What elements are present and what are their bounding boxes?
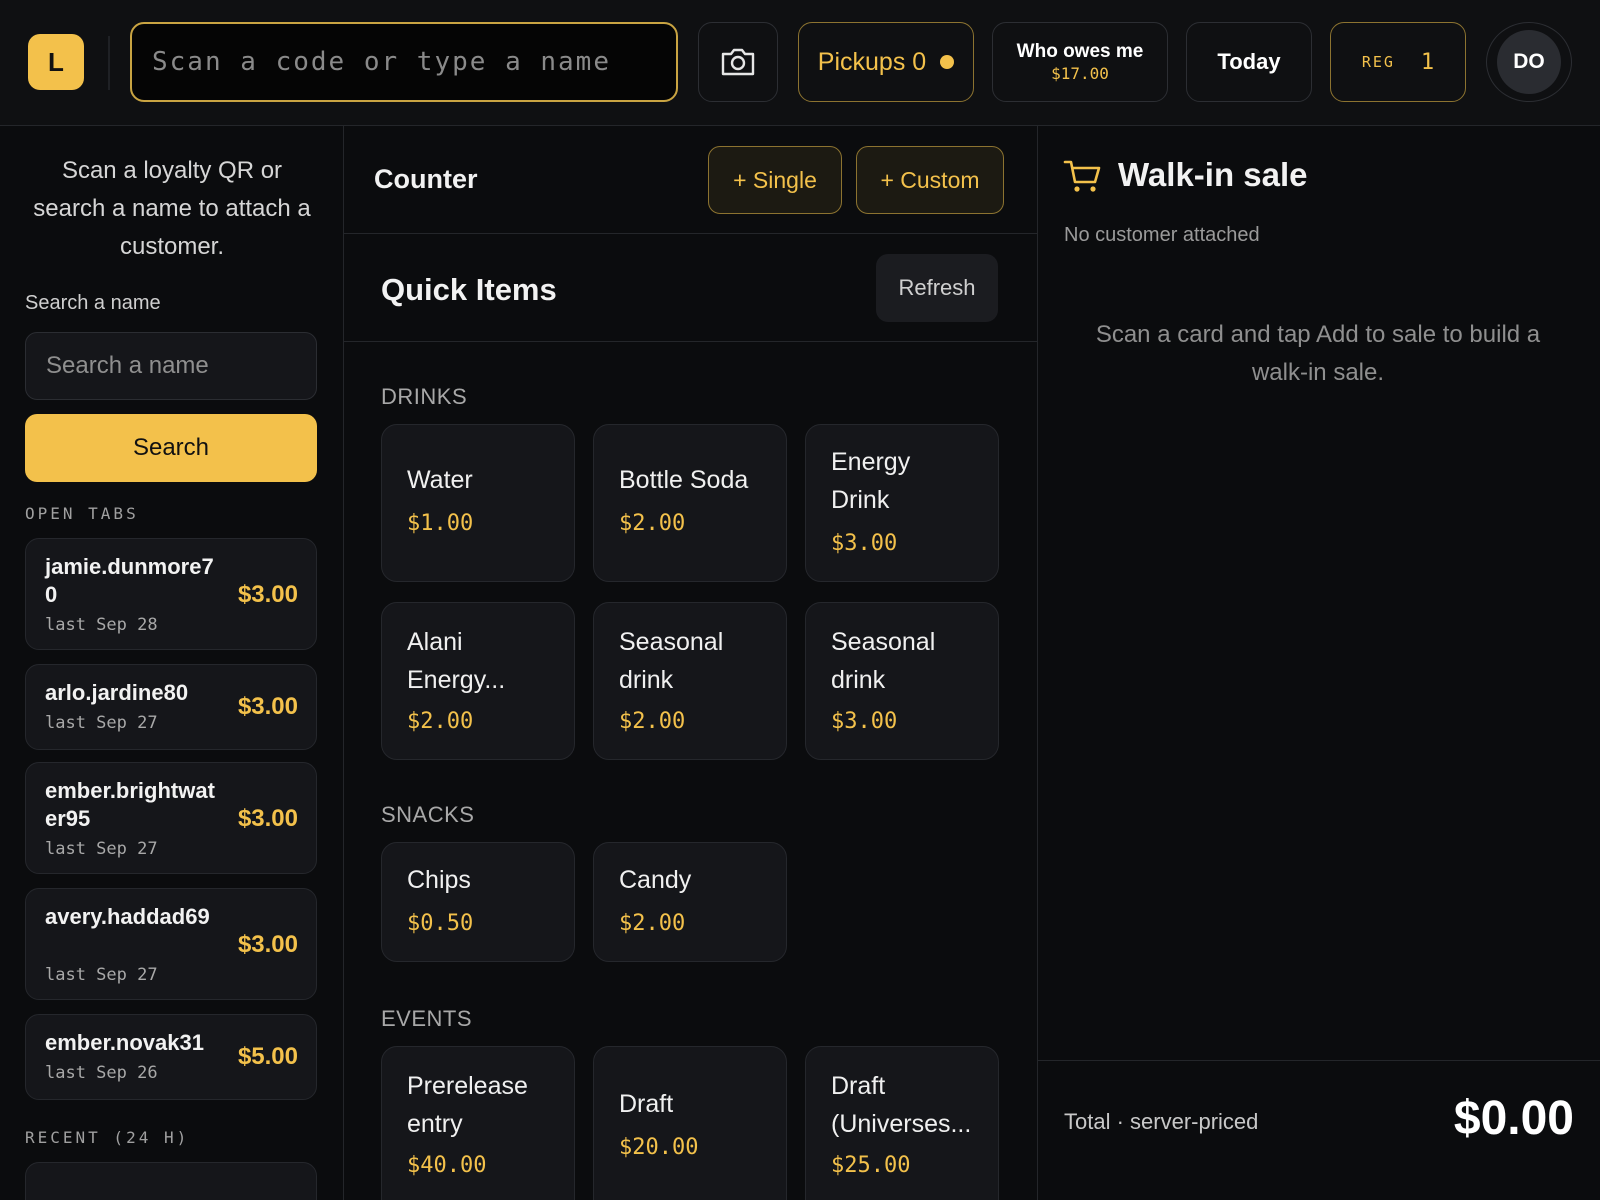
item-name: Chips [407, 866, 471, 894]
quick-item-tile[interactable]: Draft $20.00 [593, 1046, 787, 1200]
quick-item-tile[interactable]: Chips $0.50 [381, 842, 575, 962]
tab-amount: $5.00 [237, 1043, 298, 1070]
pickups-status-dot [940, 55, 955, 69]
recent-card[interactable] [25, 1162, 317, 1200]
category-heading-events: EVENTS [381, 1006, 473, 1031]
total-value: $0.00 [1453, 1092, 1574, 1145]
item-price: $25.00 [831, 1153, 911, 1178]
tab-last-visit: last Sep 28 [45, 615, 158, 635]
register-label: REG [1361, 53, 1395, 71]
tab-customer-name: ember.novak31 [45, 1030, 204, 1055]
quick-item-tile[interactable]: Prerelease entry $40.00 [381, 1046, 575, 1200]
camera-button[interactable] [698, 22, 778, 102]
counter-header: Counter + Single + Custom [344, 126, 1037, 234]
item-name: Draft [619, 1090, 674, 1118]
item-price: $40.00 [407, 1153, 487, 1178]
tab-customer-name: ember.brightwater95 [45, 778, 215, 831]
tab-customer-name: arlo.jardine80 [45, 680, 189, 705]
quick-items-header: Quick Items Refresh [344, 234, 1037, 342]
sale-title: Walk-in sale [1118, 156, 1308, 193]
item-name: Candy [619, 866, 692, 894]
who-owes-me-button[interactable]: Who owes me $17.00 [992, 22, 1168, 102]
tab-last-visit: last Sep 27 [45, 965, 158, 985]
cart-icon [1063, 160, 1101, 192]
item-name: Energy Drink [831, 448, 911, 514]
item-price: $2.00 [619, 709, 686, 734]
item-price: $2.00 [619, 511, 686, 536]
customer-sidebar: Scan a loyalty QR or search a name to at… [0, 126, 344, 1200]
pickups-label: Pickups 0 [817, 47, 927, 76]
item-price: $2.00 [619, 911, 686, 936]
open-tab-card[interactable]: ember.brightwater95 $3.00 last Sep 27 [25, 762, 317, 874]
walk-in-sale-panel: Walk-in sale No customer attached Scan a… [1038, 126, 1600, 1200]
open-tabs-heading: OPEN TABS [25, 504, 139, 523]
total-bar: Total · server-priced $0.00 [1038, 1060, 1600, 1200]
item-price: $2.00 [407, 709, 474, 734]
item-name: Draft (Universes... [831, 1072, 972, 1138]
counter-title: Counter [374, 164, 478, 194]
app-logo[interactable]: L [28, 34, 84, 90]
register-button[interactable]: REG 1 [1330, 22, 1466, 102]
pickups-button[interactable]: Pickups 0 [798, 22, 974, 102]
scan-input[interactable] [130, 22, 678, 102]
quick-item-tile[interactable]: Seasonal drink $2.00 [593, 602, 787, 760]
counter-panel: Counter + Single + Custom Quick Items Re… [344, 126, 1038, 1200]
tab-amount: $3.00 [237, 581, 298, 608]
quick-item-tile[interactable]: Water $1.00 [381, 424, 575, 582]
item-name: Bottle Soda [619, 466, 749, 494]
empty-sale-hint: Scan a card and tap Add to sale to build… [1095, 321, 1541, 386]
open-tab-card[interactable]: ember.novak31 $5.00 last Sep 26 [25, 1014, 317, 1100]
open-tab-card[interactable]: avery.haddad69 $3.00 last Sep 27 [25, 888, 317, 1000]
item-name: Seasonal drink [831, 628, 936, 694]
who-owes-me-label: Who owes me [1016, 41, 1144, 62]
total-label: Total · server-priced [1064, 1109, 1259, 1134]
item-name: Water [407, 466, 473, 494]
quick-item-tile[interactable]: Alani Energy... $2.00 [381, 602, 575, 760]
item-name: Prerelease entry [407, 1072, 528, 1138]
item-price: $3.00 [831, 709, 898, 734]
tab-last-visit: last Sep 27 [45, 839, 158, 859]
quick-item-tile[interactable]: Bottle Soda $2.00 [593, 424, 787, 582]
who-owes-me-amount: $17.00 [1051, 63, 1109, 83]
tab-amount: $3.00 [237, 693, 298, 720]
quick-item-tile[interactable]: Seasonal drink $3.00 [805, 602, 999, 760]
refresh-button[interactable]: Refresh [876, 254, 998, 322]
quick-item-tile[interactable]: Energy Drink $3.00 [805, 424, 999, 582]
category-heading-snacks: SNACKS [381, 802, 475, 827]
item-name: Alani Energy... [407, 628, 506, 694]
customer-hint: Scan a loyalty QR or search a name to at… [33, 157, 311, 260]
add-custom-button[interactable]: + Custom [856, 146, 1004, 214]
tab-amount: $3.00 [237, 931, 298, 958]
quick-item-tile[interactable]: Candy $2.00 [593, 842, 787, 962]
tab-amount: $3.00 [237, 805, 298, 832]
tab-last-visit: last Sep 27 [45, 713, 158, 733]
tab-customer-name: jamie.dunmore70 [45, 554, 214, 607]
tab-customer-name: avery.haddad69 [45, 904, 210, 929]
avatar-initials: DO [1497, 30, 1561, 94]
item-price: $1.00 [407, 511, 474, 536]
open-tab-card[interactable]: jamie.dunmore70 $3.00 last Sep 28 [25, 538, 317, 650]
open-tab-card[interactable]: arlo.jardine80 $3.00 last Sep 27 [25, 664, 317, 750]
camera-icon [721, 48, 755, 76]
search-button[interactable]: Search [25, 414, 317, 482]
category-heading-drinks: DRINKS [381, 384, 468, 409]
recent-heading: RECENT (24 H) [25, 1128, 190, 1147]
item-price: $0.50 [407, 911, 474, 936]
today-button[interactable]: Today [1186, 22, 1312, 102]
divider [108, 36, 110, 90]
item-price: $20.00 [619, 1135, 699, 1160]
customer-status: No customer attached [1064, 224, 1260, 246]
add-single-button[interactable]: + Single [708, 146, 842, 214]
quick-item-tile[interactable]: Draft (Universes... $25.00 [805, 1046, 999, 1200]
search-name-label: Search a name [25, 292, 161, 314]
top-bar: L Pickups 0 Who owes me $17.00 Today REG… [0, 0, 1600, 126]
name-search-input[interactable] [25, 332, 317, 400]
register-number: 1 [1420, 49, 1435, 75]
user-avatar-button[interactable]: DO [1486, 22, 1572, 102]
item-price: $3.00 [831, 531, 898, 556]
item-name: Seasonal drink [619, 628, 724, 694]
quick-items-title: Quick Items [381, 272, 557, 307]
tab-last-visit: last Sep 26 [45, 1063, 158, 1083]
